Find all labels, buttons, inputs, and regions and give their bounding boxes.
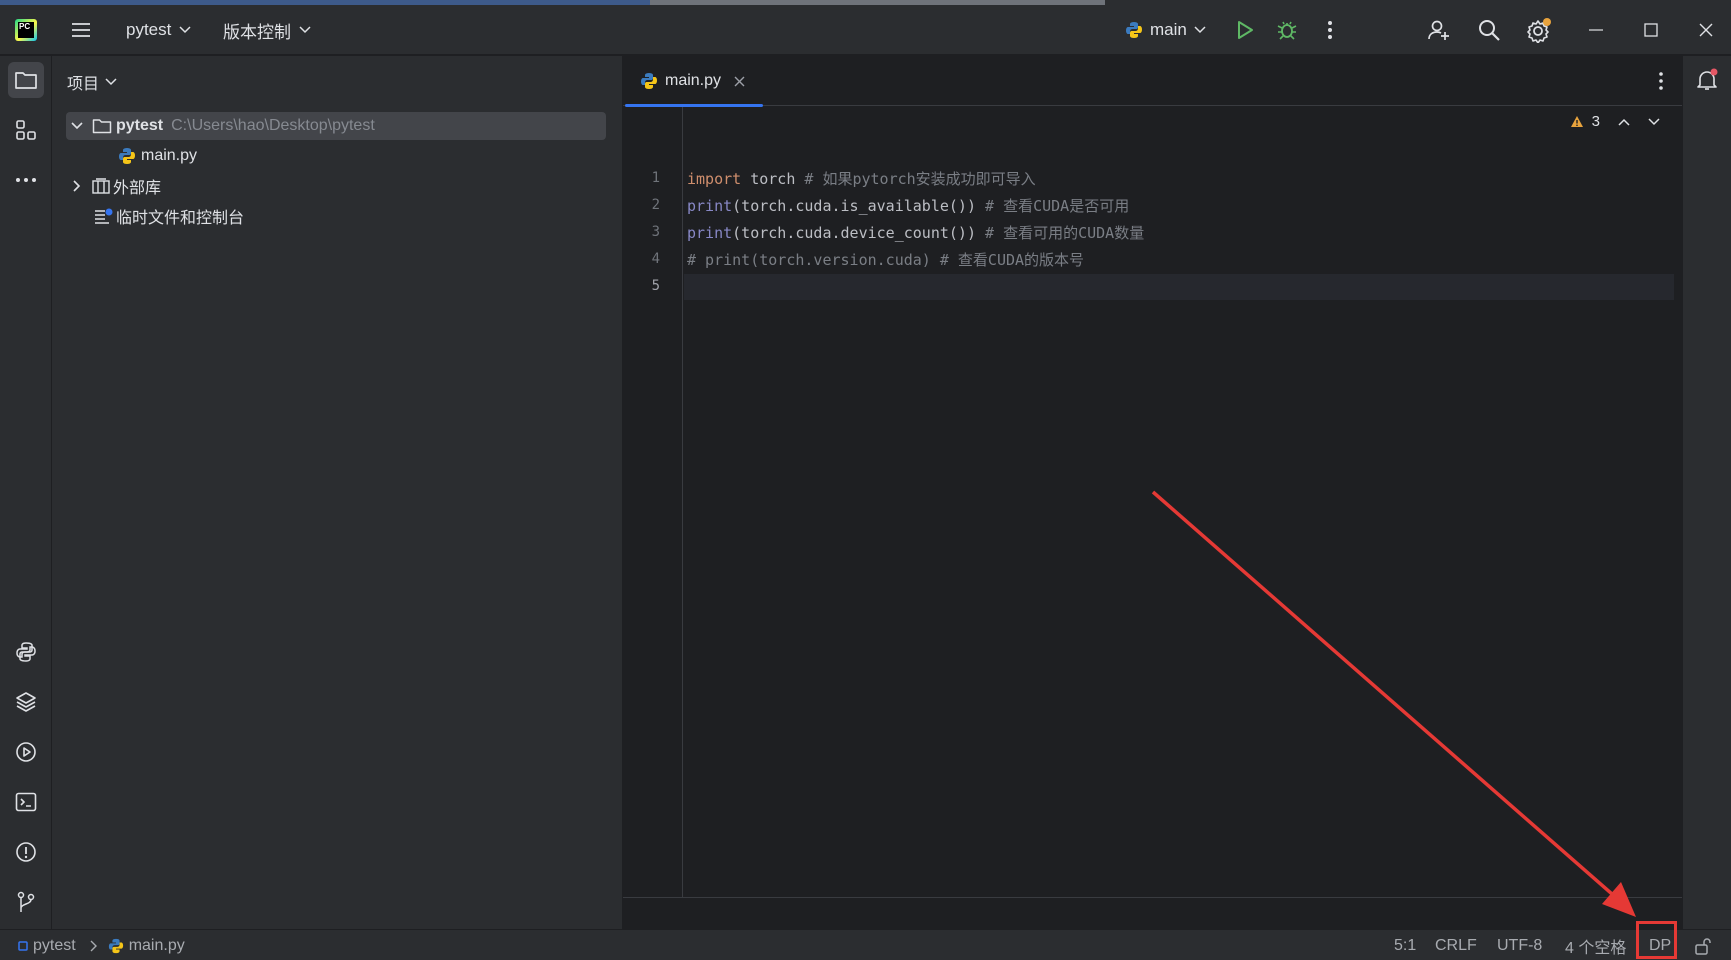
annotation-highlight-box (1636, 921, 1677, 959)
annotation-arrow (1151, 490, 1636, 917)
ide-window: PC pytest 版本控制 main 项目 pytest C:\Users\h… (0, 0, 1731, 960)
